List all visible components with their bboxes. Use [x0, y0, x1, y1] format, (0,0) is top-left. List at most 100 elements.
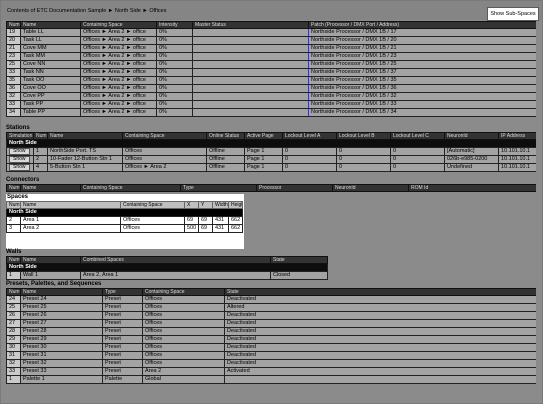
column-header[interactable]: Intensity: [156, 21, 193, 29]
table-cell: Global: [142, 375, 225, 384]
table-cell: 33: [6, 367, 21, 376]
column-header[interactable]: NeuronId: [444, 132, 499, 140]
table-cell: [192, 36, 309, 45]
table-row[interactable]: 28 Preset 28 Preset Offices Deactivated: [6, 327, 536, 336]
column-header[interactable]: Name: [47, 132, 123, 140]
table-row[interactable]: 33 Preset 33 Preset Area 2 Activated: [6, 367, 536, 376]
column-header[interactable]: Containing Space: [80, 21, 157, 29]
column-header[interactable]: Master Status: [192, 21, 309, 29]
table-row[interactable]: 2 Area 1 Offices 69 69 431 662: [6, 216, 243, 225]
column-header[interactable]: Num: [6, 184, 21, 192]
column-header[interactable]: X: [184, 201, 199, 209]
table-cell: [192, 84, 309, 93]
table-cell: Northside Processor / DMX 1B / 37: [308, 68, 536, 77]
table-row[interactable]: 20 Task LL Offices ► Area 2 ► office 0% Nort…: [6, 36, 536, 45]
table-cell: 0: [390, 155, 445, 164]
column-header[interactable]: Name: [20, 184, 81, 192]
column-header[interactable]: Online Status: [206, 132, 245, 140]
column-header[interactable]: Lockout Level A: [282, 132, 337, 140]
table-row[interactable]: 1 Palette 1 Palette Global: [6, 375, 536, 384]
column-header[interactable]: State: [270, 256, 328, 264]
simulation-cell: Show: [6, 163, 34, 172]
report-content[interactable]: Num Name Containing Space Intensity Master S…: [6, 21, 536, 399]
column-header[interactable]: Containing Space: [120, 201, 185, 209]
table-row[interactable]: 23 Task MM Offices ► Area 2 ► office 0% Nort…: [6, 52, 536, 61]
column-header[interactable]: Containing Space: [122, 132, 207, 140]
column-header[interactable]: Lockout Level C: [390, 132, 445, 140]
column-header[interactable]: Num: [6, 21, 21, 29]
table-row[interactable]: 25 Preset 25 Preset Offices Altered: [6, 303, 536, 312]
column-header[interactable]: Num: [6, 201, 21, 209]
column-header[interactable]: Name: [20, 288, 103, 296]
column-header[interactable]: Lockout Level B: [336, 132, 391, 140]
table-row[interactable]: Show 2 10-Fader 12-Button Stn 1 Offices Offl…: [6, 155, 536, 164]
table-cell: Cove MM: [20, 44, 81, 53]
table-cell: 0: [336, 155, 391, 164]
table-cell: 10.101.10.1: [498, 155, 536, 164]
table-row[interactable]: 3 Area 2 Offices 500 69 431 662: [6, 224, 243, 233]
column-header[interactable]: Containing Space: [142, 288, 225, 296]
table-cell: Task NN: [20, 68, 81, 77]
column-header[interactable]: Width: [212, 201, 229, 209]
table-row[interactable]: 32 Preset 32 Preset Offices Deactivated: [6, 359, 536, 368]
column-header[interactable]: Simulation: [6, 132, 34, 140]
column-header[interactable]: Num: [6, 288, 21, 296]
table-row[interactable]: 25 Cove NN Offices ► Area 2 ► office 0% Nort…: [6, 60, 536, 69]
table-row[interactable]: 33 Task NN Offices ► Area 2 ► office 0% Nort…: [6, 68, 536, 77]
table-row[interactable]: 33 Task PP Offices ► Area 2 ► office 0% Nort…: [6, 100, 536, 109]
table-cell: Offices: [142, 295, 225, 304]
show-button[interactable]: Show: [9, 164, 30, 171]
table-row[interactable]: Show 1 NorthSide Port. TS Offices Offline Pag…: [6, 147, 536, 156]
table-cell: Cove PP: [20, 92, 81, 101]
table-row[interactable]: 24 Preset 24 Preset Offices Deactivated: [6, 295, 536, 304]
simulation-cell: Show: [6, 147, 34, 156]
show-button[interactable]: Show: [9, 148, 30, 155]
table-cell: 5-Button Stn 1: [47, 163, 123, 172]
column-header[interactable]: Type: [180, 184, 257, 192]
table-cell: 10-Fader 12-Button Stn 1: [47, 155, 123, 164]
table-cell: 500: [184, 224, 199, 233]
connectors-table: Num Name Containing Space Type Processor Neur…: [6, 184, 536, 192]
table-cell: NorthSide Port. TS: [47, 147, 123, 156]
column-header[interactable]: Num: [6, 256, 21, 264]
column-header[interactable]: ROM Id: [408, 184, 536, 192]
column-header[interactable]: Height: [228, 201, 243, 209]
column-header[interactable]: Name: [20, 21, 81, 29]
column-header[interactable]: Num: [33, 132, 48, 140]
column-header[interactable]: Containing Space: [80, 184, 181, 192]
table-row[interactable]: 36 Cove OO Offices ► Area 2 ► office 0% Nort…: [6, 84, 536, 93]
table-row[interactable]: 35 Task OO Offices ► Area 2 ► office 0% Nort…: [6, 76, 536, 85]
show-sub-spaces-button[interactable]: Show Sub-Spaces: [487, 7, 539, 21]
column-header[interactable]: Combined Spaces: [80, 256, 271, 264]
table-row[interactable]: 1 Wall 1 Area 2, Area 1 Closed: [6, 271, 328, 280]
table-row[interactable]: 30 Preset 30 Preset Offices Deactivated: [6, 343, 536, 352]
table-cell: 10.101.10.1: [498, 147, 536, 156]
column-header[interactable]: Name: [20, 201, 121, 209]
show-button[interactable]: Show: [9, 156, 30, 163]
table-row[interactable]: 19 Table LL Offices ► Area 2 ► office 0% Nor…: [6, 28, 536, 37]
table-row[interactable]: 32 Cove PP Offices ► Area 2 ► office 0% Nort…: [6, 92, 536, 101]
column-header[interactable]: Name: [20, 256, 81, 264]
table-cell: 25: [6, 60, 21, 69]
column-header[interactable]: NeuronId: [332, 184, 409, 192]
table-row[interactable]: 31 Preset 31 Preset Offices Deactivated: [6, 351, 536, 360]
table-row[interactable]: 34 Table PP Offices ► Area 2 ► office 0% Nor…: [6, 108, 536, 117]
connectors-heading: Connectors: [6, 177, 40, 183]
table-row[interactable]: 29 Preset 29 Preset Offices Deactivated: [6, 335, 536, 344]
column-header[interactable]: Patch (Processor / DMX Port / Address): [308, 21, 536, 29]
table-cell: 19: [6, 28, 21, 37]
column-header[interactable]: Active Page: [244, 132, 283, 140]
table-cell: 28: [6, 327, 21, 336]
table-cell: 3: [6, 224, 21, 233]
table-row[interactable]: 27 Preset 27 Preset Offices Deactivated: [6, 319, 536, 328]
table-row[interactable]: 26 Preset 26 Preset Offices Deactivated: [6, 311, 536, 320]
column-header[interactable]: Processor: [256, 184, 333, 192]
table-cell: 26: [6, 311, 21, 320]
column-header[interactable]: IP Address: [498, 132, 536, 140]
column-header[interactable]: State: [224, 288, 536, 296]
column-header[interactable]: Type: [102, 288, 143, 296]
table-row[interactable]: 21 Cove MM Offices ► Area 2 ► office 0% Nort…: [6, 44, 536, 53]
column-header[interactable]: Y: [198, 201, 213, 209]
table-cell: Preset 27: [20, 319, 103, 328]
table-row[interactable]: Show 4 5-Button Stn 1 Offices ► Area 2 Offli…: [6, 163, 536, 172]
